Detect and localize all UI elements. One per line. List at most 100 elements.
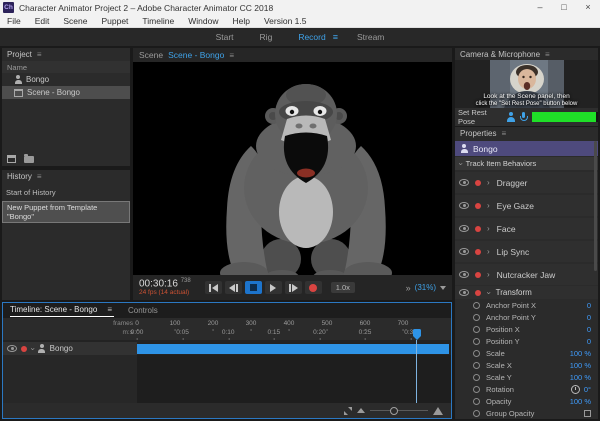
zoom-out-icon[interactable] <box>357 408 365 413</box>
keyframe-toggle-icon[interactable] <box>473 397 480 405</box>
property-value[interactable]: 0° <box>584 385 591 394</box>
menu-file[interactable]: File <box>0 15 28 28</box>
play-button[interactable] <box>264 281 282 294</box>
record-arm-icon[interactable] <box>475 248 481 255</box>
chevron-down-icon[interactable]: › <box>484 291 493 294</box>
record-arm-icon[interactable] <box>475 202 481 209</box>
next-frame-button[interactable] <box>284 281 302 294</box>
property-value[interactable]: 0 <box>587 337 591 346</box>
camera-input-toggle-icon[interactable] <box>507 112 516 122</box>
keyframe-toggle-icon[interactable] <box>473 385 480 393</box>
new-folder-icon[interactable] <box>24 153 34 163</box>
keyframe-toggle-icon[interactable] <box>473 313 480 321</box>
behavior-row-transform[interactable]: › Transform <box>455 286 598 299</box>
record-arm-icon[interactable] <box>21 345 27 352</box>
panel-menu-icon[interactable]: ≡ <box>545 50 550 59</box>
selected-puppet-row[interactable]: Bongo <box>455 141 598 156</box>
record-arm-icon[interactable] <box>475 271 481 278</box>
viewport-zoom-level[interactable]: (31%) <box>415 283 436 292</box>
minimize-button[interactable]: – <box>528 0 552 15</box>
fit-timeline-icon[interactable] <box>344 406 352 415</box>
workspace-tab-rig[interactable]: Rig <box>247 32 286 42</box>
set-rest-pose-button[interactable]: Set Rest Pose <box>458 108 499 126</box>
eye-icon[interactable] <box>7 345 17 352</box>
clock-icon[interactable] <box>570 384 580 394</box>
behavior-row-eye-gaze[interactable]: › Eye Gaze <box>455 195 598 216</box>
keyframe-toggle-icon[interactable] <box>473 337 480 345</box>
behavior-row-nutcracker-jaw[interactable]: › Nutcracker Jaw <box>455 264 598 285</box>
playhead-marker[interactable] <box>413 329 421 340</box>
maximize-button[interactable]: □ <box>552 0 576 15</box>
playback-speed[interactable]: 1.0x <box>330 282 355 293</box>
panel-menu-icon[interactable]: ≡ <box>501 129 506 138</box>
gorilla-character[interactable] <box>203 76 409 275</box>
project-name-column-header[interactable]: Name <box>2 61 130 73</box>
project-item-bongo[interactable]: Bongo <box>2 73 130 86</box>
timeline-tab[interactable]: Timeline: Scene - Bongo ≡ <box>10 304 114 317</box>
previous-frame-button[interactable] <box>224 281 242 294</box>
menu-puppet[interactable]: Puppet <box>94 15 135 28</box>
track-duration-bar[interactable] <box>137 343 449 354</box>
timeline-zoom-slider[interactable] <box>370 406 428 415</box>
timecode[interactable]: 00:30:16 738 <box>139 278 191 289</box>
menu-scene[interactable]: Scene <box>56 15 94 28</box>
workspace-menu-icon[interactable]: ≡ <box>333 32 338 42</box>
properties-scrollbar[interactable] <box>594 141 597 271</box>
record-arm-icon[interactable] <box>475 225 481 232</box>
project-item-scene-bongo[interactable]: Scene - Bongo <box>2 86 130 99</box>
panel-menu-icon[interactable]: ≡ <box>37 50 42 59</box>
chevron-right-icon[interactable]: › <box>487 247 490 256</box>
property-value[interactable]: 100 % <box>570 373 591 382</box>
property-value[interactable]: 0 <box>587 313 591 322</box>
menu-timeline[interactable]: Timeline <box>135 15 181 28</box>
chevron-right-icon[interactable]: › <box>487 270 490 279</box>
keyframe-toggle-icon[interactable] <box>473 325 480 333</box>
menu-help[interactable]: Help <box>225 15 256 28</box>
group-opacity-checkbox[interactable] <box>584 409 591 417</box>
new-scene-icon[interactable] <box>7 155 16 163</box>
eye-icon[interactable] <box>459 271 469 278</box>
keyframe-toggle-icon[interactable] <box>473 361 480 369</box>
panel-menu-icon[interactable]: ≡ <box>37 172 42 181</box>
chevron-down-icon[interactable]: › <box>28 347 37 350</box>
workspace-tab-stream[interactable]: Stream <box>344 32 397 42</box>
fast-forward-icon[interactable]: » <box>406 283 411 293</box>
zoom-slider-handle[interactable] <box>390 406 398 415</box>
history-item[interactable]: Start of History <box>2 186 130 198</box>
panel-menu-icon[interactable]: ≡ <box>229 51 234 60</box>
behavior-row-face[interactable]: › Face <box>455 218 598 239</box>
track-header[interactable]: › Bongo <box>3 342 137 355</box>
record-arm-icon[interactable] <box>475 179 481 186</box>
behavior-row-dragger[interactable]: › Dragger <box>455 172 598 193</box>
workspace-tab-start[interactable]: Start <box>203 32 247 42</box>
chevron-right-icon[interactable]: › <box>487 201 490 210</box>
zoom-in-icon[interactable] <box>433 406 443 415</box>
eye-icon[interactable] <box>459 225 469 232</box>
menu-window[interactable]: Window <box>181 15 225 28</box>
keyframe-toggle-icon[interactable] <box>473 409 480 417</box>
timeline-ruler[interactable]: frames m:s 0 100 200 300 400 500 600 700 0:00 0:0… <box>3 318 451 340</box>
eye-icon[interactable] <box>459 179 469 186</box>
stop-button[interactable] <box>244 281 262 294</box>
microphone-input-toggle-icon[interactable] <box>520 112 529 122</box>
behavior-row-lip-sync[interactable]: › Lip Sync <box>455 241 598 262</box>
eye-icon[interactable] <box>459 289 469 296</box>
keyframe-toggle-icon[interactable] <box>473 301 480 309</box>
keyframe-toggle-icon[interactable] <box>473 349 480 357</box>
record-button[interactable] <box>304 281 322 294</box>
property-value[interactable]: 0 <box>587 301 591 310</box>
menu-version-1-5[interactable]: Version 1.5 <box>257 15 314 28</box>
property-value[interactable]: 100 % <box>570 349 591 358</box>
scene-tab-name[interactable]: Scene - Bongo <box>168 50 224 60</box>
property-value[interactable]: 0 <box>587 325 591 334</box>
panel-menu-icon[interactable]: ≡ <box>107 305 112 314</box>
keyframe-toggle-icon[interactable] <box>473 373 480 381</box>
go-to-start-button[interactable] <box>204 281 222 294</box>
property-value[interactable]: 100 % <box>570 361 591 370</box>
menu-edit[interactable]: Edit <box>28 15 57 28</box>
chevron-down-icon[interactable] <box>440 285 446 290</box>
close-button[interactable]: × <box>576 0 600 15</box>
chevron-right-icon[interactable]: › <box>487 224 490 233</box>
workspace-tab-record[interactable]: Record <box>285 32 338 42</box>
property-value[interactable]: 100 % <box>570 397 591 406</box>
